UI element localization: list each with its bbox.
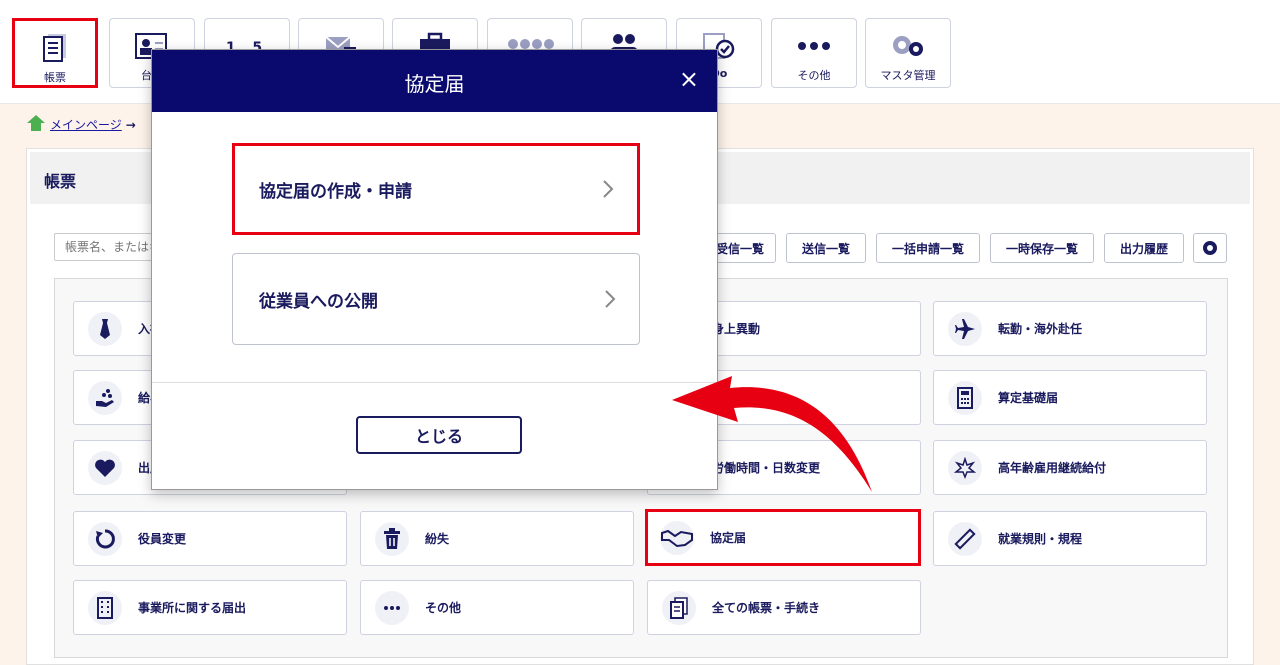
category-label: 全ての帳票・手続き: [712, 601, 821, 615]
toolbar-label: その他: [797, 69, 831, 82]
heart-icon: [88, 450, 122, 485]
calculator-icon: [948, 380, 982, 415]
handshake-icon: [660, 520, 694, 555]
agreement-card[interactable]: 協定届: [645, 509, 921, 566]
document-icon: [15, 31, 95, 65]
category-label: その他: [425, 601, 462, 615]
toolbar-forms-button[interactable]: 帳票: [12, 18, 98, 88]
category-card[interactable]: 就業規則・規程: [933, 511, 1207, 566]
gear-icon: [1203, 241, 1217, 255]
breadcrumb-separator: →: [125, 117, 136, 132]
chevron-right-icon: [605, 290, 616, 308]
category-label: 高年齢雇用継続給付: [998, 461, 1107, 475]
plane-icon: [948, 311, 982, 346]
category-card[interactable]: 紛失: [360, 511, 634, 566]
category-card[interactable]: 高年齢雇用継続給付: [933, 440, 1207, 495]
toolbar-more-button[interactable]: その他: [771, 18, 857, 88]
modal-title: 協定届: [404, 72, 465, 96]
toolbar-label: 帳票: [44, 71, 66, 84]
category-card[interactable]: 転勤・海外赴任: [933, 301, 1207, 356]
close-button[interactable]: とじる: [356, 416, 522, 454]
building-icon: [88, 590, 122, 625]
tie-icon: [88, 311, 122, 346]
option-label: 従業員への公開: [259, 291, 378, 312]
documents-icon: [662, 590, 696, 625]
category-card[interactable]: 算定基礎届: [933, 370, 1207, 425]
hand-coin-icon: [88, 380, 122, 415]
more-icon: [375, 590, 409, 625]
modal-header: 協定届 ×: [152, 50, 717, 112]
toolbar-master-button[interactable]: マスタ管理: [865, 18, 951, 88]
breadcrumb: メインページ →: [26, 114, 136, 135]
category-label: 事業所に関する届出: [138, 601, 247, 615]
chevron-right-icon: [603, 180, 614, 198]
refresh-icon: [88, 521, 122, 556]
option-label: 協定届の作成・申請: [259, 181, 412, 202]
page-title: 帳票: [44, 172, 77, 191]
home-icon: [26, 114, 46, 135]
category-label: 役員変更: [138, 532, 187, 546]
gear-icon: [866, 29, 950, 63]
annotation-arrow: [672, 376, 872, 492]
publish-to-employees-option[interactable]: 従業員への公開: [232, 253, 640, 345]
bulk-list-button[interactable]: 一括申請一覧: [876, 233, 980, 263]
breadcrumb-home-link[interactable]: メインページ: [50, 116, 122, 133]
category-card[interactable]: その他: [360, 580, 634, 635]
category-card[interactable]: 事業所に関する届出: [73, 580, 347, 635]
agreement-modal: 協定届 × 協定届の作成・申請 従業員への公開 とじる: [151, 49, 718, 490]
category-label: 就業規則・規程: [998, 532, 1083, 546]
more-icon: [772, 29, 856, 63]
draft-list-button[interactable]: 一時保存一覧: [990, 233, 1094, 263]
close-icon[interactable]: ×: [679, 64, 699, 94]
leaf-icon: [948, 450, 982, 485]
category-label: 算定基礎届: [998, 391, 1059, 405]
ruler-icon: [948, 521, 982, 556]
category-card[interactable]: 全ての帳票・手続き: [647, 580, 921, 635]
modal-divider: [152, 382, 717, 383]
category-label: 紛失: [425, 532, 450, 546]
trash-icon: [375, 521, 409, 556]
settings-button[interactable]: [1193, 233, 1227, 263]
category-label: 協定届: [710, 531, 747, 545]
category-label: 身上異動: [712, 322, 761, 336]
toolbar-label: マスタ管理: [880, 69, 936, 82]
category-label: 転勤・海外赴任: [998, 322, 1083, 336]
output-history-button[interactable]: 出力履歴: [1104, 233, 1184, 263]
create-apply-option[interactable]: 協定届の作成・申請: [232, 143, 640, 235]
category-card[interactable]: 役員変更: [73, 511, 347, 566]
sent-list-button[interactable]: 送信一覧: [786, 233, 866, 263]
